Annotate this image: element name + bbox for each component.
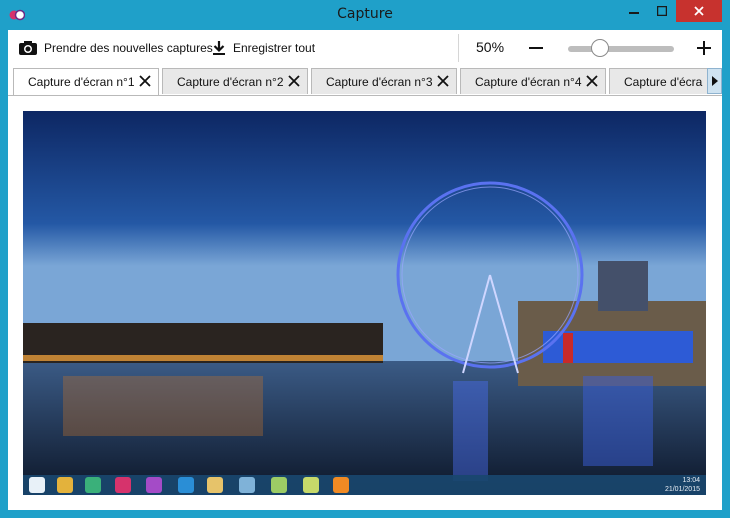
minimize-button[interactable] [620,0,648,22]
zoom-slider-thumb[interactable] [590,39,609,57]
minus-icon [529,47,543,49]
app-icon [85,477,101,493]
tab-capture-4[interactable]: Capture d'écran n°4 [460,68,606,94]
camera-icon [18,40,38,56]
zoom-value: 50% [476,39,505,55]
save-all-button[interactable]: Enregistrer tout [211,36,315,60]
new-capture-button[interactable]: Prendre des nouvelles captures [18,36,213,60]
capture-tabs: Capture d'écran n°1 Capture d'écran n°2 … [8,66,722,96]
plus-icon [697,41,711,55]
close-tab-icon[interactable] [138,74,152,88]
tab-capture-1[interactable]: Capture d'écran n°1 [13,68,159,96]
maximize-button[interactable] [648,0,676,22]
screenshot-preview[interactable]: 13:04 21/01/2015 [23,111,706,495]
close-tab-icon[interactable] [436,74,450,88]
capture-app-icon [146,477,162,493]
preview-time: 13:04 [682,477,700,484]
close-tab-icon[interactable] [287,74,301,88]
new-capture-label: Prendre des nouvelles captures [44,41,213,55]
download-icon [211,40,227,56]
app-icon [239,477,255,493]
windows-start-icon [29,477,45,493]
toolbar: Prendre des nouvelles captures Enregistr… [8,30,722,66]
preview-taskbar: 13:04 21/01/2015 [23,475,706,495]
tab-label: Capture d'écran n°4 [475,75,582,89]
title-bar[interactable]: Capture [0,0,730,30]
app-window: Capture Prendre des nouvelles captures E… [0,0,730,518]
save-all-label: Enregistrer tout [233,41,316,55]
minimize-icon [629,12,639,14]
tab-capture-3[interactable]: Capture d'écran n°3 [311,68,457,94]
maximize-icon [657,6,667,16]
toolbar-separator [458,34,459,62]
close-tab-icon[interactable] [585,74,599,88]
vlc-icon [333,477,349,493]
tab-label: Capture d'écran n°1 [28,75,135,89]
app-icon [271,477,287,493]
close-window-button[interactable] [676,0,722,22]
zoom-out-button[interactable] [526,38,546,58]
preview-clock: 13:04 21/01/2015 [665,476,700,494]
london-eye-photo [23,111,706,495]
zoom-in-button[interactable] [694,38,714,58]
tab-capture-2[interactable]: Capture d'écran n°2 [162,68,308,94]
tab-label: Capture d'écran n°3 [326,75,433,89]
internet-explorer-icon [178,477,194,493]
close-icon [694,6,704,16]
chevron-right-icon [711,76,718,86]
app-icon [303,477,319,493]
tab-divider [8,95,722,96]
chrome-icon [57,477,73,493]
file-explorer-icon [207,477,223,493]
tab-scroll-right-button[interactable] [707,68,722,94]
tab-capture-5[interactable]: Capture d'écra [609,68,722,94]
tab-label: Capture d'écran n°2 [177,75,284,89]
app-icon [115,477,131,493]
tab-label: Capture d'écra [624,75,703,89]
zoom-slider[interactable] [568,39,674,57]
preview-date: 21/01/2015 [664,486,700,493]
